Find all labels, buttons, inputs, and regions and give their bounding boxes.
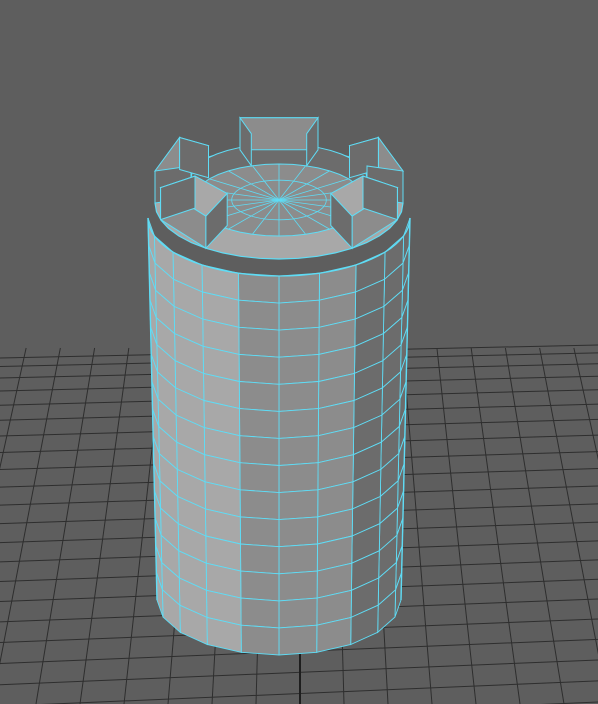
body-face bbox=[278, 570, 318, 602]
body-face bbox=[238, 353, 280, 385]
body-face bbox=[278, 489, 319, 521]
body-face bbox=[238, 272, 280, 304]
body-face bbox=[278, 326, 320, 358]
grid-line bbox=[0, 347, 61, 665]
body-face bbox=[239, 489, 280, 521]
body-face bbox=[278, 543, 318, 575]
cylinder-mesh[interactable] bbox=[147, 116, 411, 656]
body-face bbox=[238, 326, 280, 358]
body-face bbox=[239, 462, 280, 494]
body-face bbox=[240, 570, 280, 602]
grid-line bbox=[573, 347, 598, 461]
grid-line bbox=[79, 347, 130, 704]
body-face bbox=[240, 543, 280, 575]
cylinder-body-faces bbox=[147, 217, 411, 656]
body-face bbox=[239, 408, 280, 439]
body-face bbox=[278, 353, 320, 385]
body-face bbox=[278, 597, 318, 629]
grid-line bbox=[539, 347, 598, 655]
body-face bbox=[239, 516, 280, 548]
body-face bbox=[278, 299, 320, 331]
body-face bbox=[278, 516, 319, 548]
body-face bbox=[240, 597, 280, 629]
body-face bbox=[239, 435, 280, 466]
body-face bbox=[278, 408, 319, 439]
grid-line bbox=[504, 347, 565, 704]
body-face bbox=[278, 381, 320, 412]
body-face bbox=[278, 435, 319, 466]
body-face bbox=[238, 381, 280, 412]
body-face bbox=[240, 624, 280, 656]
grid-line bbox=[35, 347, 96, 704]
body-face bbox=[278, 272, 320, 304]
body-face bbox=[238, 299, 280, 331]
grid-line bbox=[402, 347, 433, 704]
3d-viewport[interactable] bbox=[0, 0, 598, 704]
body-face bbox=[278, 462, 319, 494]
grid-line bbox=[436, 347, 477, 704]
scene-canvas[interactable] bbox=[0, 0, 598, 704]
body-face bbox=[278, 624, 318, 656]
battlement-top bbox=[147, 116, 411, 277]
grid-line bbox=[0, 347, 27, 470]
